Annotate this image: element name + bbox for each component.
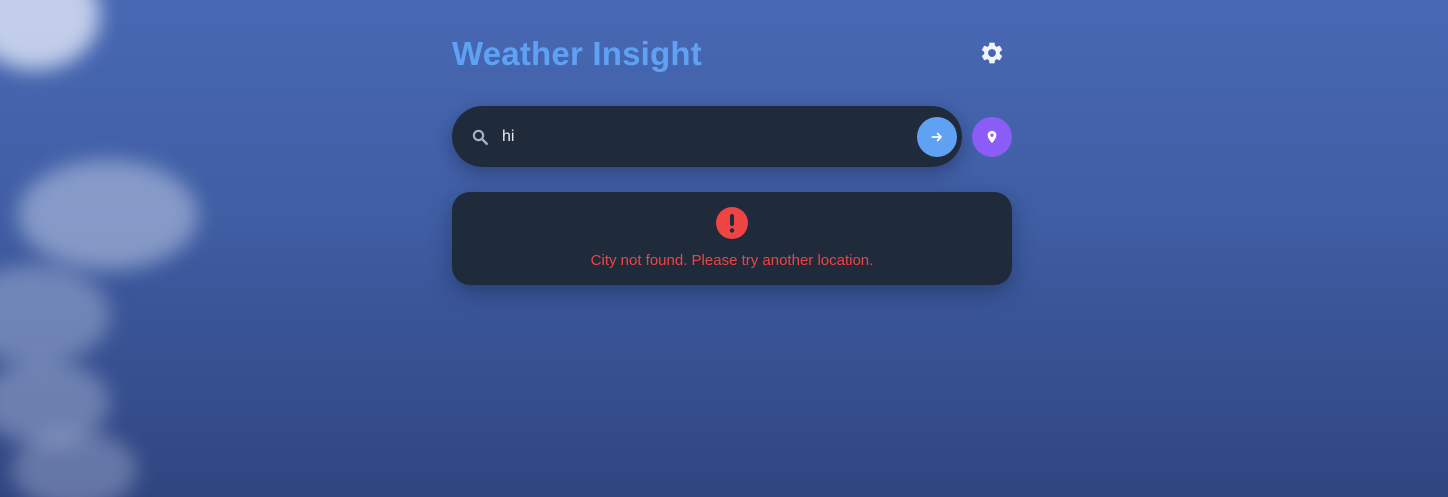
search-row (452, 106, 1012, 167)
cloud (0, 0, 100, 70)
app-header: Weather Insight (452, 26, 1012, 86)
search-input[interactable] (502, 121, 902, 153)
cloud (12, 430, 137, 497)
current-location-button[interactable] (972, 117, 1012, 157)
error-card: City not found. Please try another locat… (452, 192, 1012, 285)
cloud (0, 265, 110, 365)
error-message: City not found. Please try another locat… (590, 252, 874, 269)
search-bar (452, 106, 962, 167)
cloud (0, 360, 110, 445)
settings-button[interactable] (978, 39, 1006, 67)
arrow-right-icon (931, 132, 942, 142)
map-pin-icon (987, 130, 997, 144)
search-submit-button[interactable] (917, 117, 957, 157)
weather-app: Weather Insight hi City not found. Pleas… (452, 26, 1012, 285)
search-icon (472, 129, 488, 145)
app-title: Weather Insight (452, 35, 702, 72)
gear-icon (981, 42, 1003, 64)
cloud (18, 160, 198, 270)
exclamation-circle-icon (716, 207, 748, 239)
